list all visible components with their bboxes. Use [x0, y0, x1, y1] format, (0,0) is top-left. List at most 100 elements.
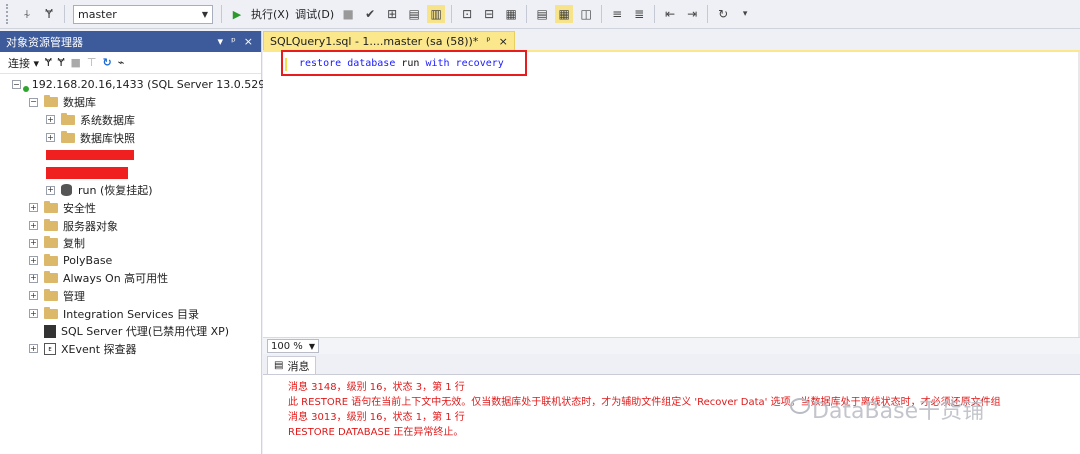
- increase-indent-icon[interactable]: ⇥: [683, 5, 701, 23]
- close-icon[interactable]: ×: [499, 35, 508, 48]
- collapse-icon[interactable]: −: [12, 80, 21, 90]
- pin-icon[interactable]: ᵖ: [231, 35, 236, 48]
- execute-button[interactable]: 执行(X): [251, 6, 289, 22]
- toolbar-grip[interactable]: [6, 4, 10, 24]
- toolbar-separator: [707, 5, 709, 23]
- pin-icon[interactable]: ᵖ: [486, 36, 490, 47]
- message-line: 消息 3013，级别 16，状态 1，第 1 行: [288, 412, 465, 423]
- live-stats-icon[interactable]: ⊟: [480, 5, 498, 23]
- tree-node-run-db[interactable]: + run (恢复挂起): [0, 182, 261, 200]
- message-line: 消息 3148，级别 16，状态 3，第 1 行: [288, 382, 465, 393]
- tree-node-label: Integration Services 目录: [63, 307, 199, 321]
- specify-values-icon[interactable]: ↻: [714, 5, 732, 23]
- expand-icon[interactable]: +: [29, 344, 38, 354]
- query-editor[interactable]: restore database run with recovery: [263, 50, 1080, 339]
- tree-node-server[interactable]: − 192.168.20.16,1433 (SQL Server 13.0.52…: [0, 76, 272, 94]
- tree-node-label: 系统数据库: [80, 113, 135, 127]
- refresh-icon[interactable]: ↻: [103, 56, 112, 69]
- chevron-down-icon: ▼: [201, 9, 208, 19]
- folder-icon: [44, 200, 58, 213]
- tree-node-agent[interactable]: SQL Server 代理(已禁用代理 XP): [0, 322, 261, 340]
- tree-node-integration-services[interactable]: + Integration Services 目录: [0, 305, 261, 323]
- tree-node-databases[interactable]: − 数据库: [0, 94, 261, 112]
- tree-node-system-databases[interactable]: + 系统数据库: [0, 111, 261, 129]
- tree-node-label: 复制: [63, 237, 85, 251]
- disconnect-object-icon[interactable]: Ɏ: [58, 56, 65, 69]
- stop-icon[interactable]: ■: [339, 5, 357, 23]
- connect-icon[interactable]: ⍭: [18, 5, 36, 23]
- tree-node-always-on[interactable]: + Always On 高可用性: [0, 270, 261, 288]
- tab-sqlquery1[interactable]: SQLQuery1.sql - 1....master (sa (58))* ᵖ…: [263, 31, 515, 50]
- tree-node-snapshots[interactable]: + 数据库快照: [0, 129, 261, 147]
- toolbar-separator: [654, 5, 656, 23]
- uncomment-icon[interactable]: ≣: [630, 5, 648, 23]
- filter-icon[interactable]: ⊤: [87, 56, 97, 69]
- folder-icon: [61, 112, 75, 125]
- redaction-bar: [46, 166, 128, 179]
- tree-node-label: 服务器对象: [63, 219, 118, 233]
- xevent-icon: ᴇ: [44, 342, 56, 355]
- panel-controls: ▾ ᵖ ×: [218, 35, 253, 48]
- expand-icon[interactable]: +: [29, 238, 38, 248]
- results-grid-icon[interactable]: ▦: [555, 5, 574, 23]
- query-designer-icon[interactable]: ▤: [405, 5, 423, 23]
- results-to-grid-icon[interactable]: ▥: [427, 5, 446, 23]
- execute-icon[interactable]: ▶: [228, 5, 246, 23]
- decrease-indent-icon[interactable]: ⇤: [661, 5, 679, 23]
- tab-messages[interactable]: ▤ 消息: [267, 356, 317, 374]
- results-tabs: ▤ 消息: [263, 356, 1080, 374]
- expand-icon[interactable]: +: [29, 291, 38, 301]
- object-explorer-title: 对象资源管理器: [6, 35, 83, 49]
- tree-node-management[interactable]: + 管理: [0, 287, 261, 305]
- comment-icon[interactable]: ≡: [608, 5, 626, 23]
- tree-node-xevent[interactable]: + ᴇ XEvent 探查器: [0, 340, 261, 358]
- panel-dropdown-icon[interactable]: ▾: [218, 35, 224, 48]
- zoom-select[interactable]: 100 % ▼: [267, 339, 319, 353]
- expand-icon[interactable]: +: [46, 133, 55, 143]
- estimated-plan-icon[interactable]: ⊞: [383, 5, 401, 23]
- folder-icon: [44, 253, 58, 266]
- object-explorer-titlebar: 对象资源管理器 ▾ ᵖ ×: [0, 31, 261, 52]
- actual-plan-icon[interactable]: ⊡: [458, 5, 476, 23]
- message-line: RESTORE DATABASE 正在异常终止。: [288, 427, 464, 438]
- tree-node-replication[interactable]: + 复制: [0, 234, 261, 252]
- tree-node-redacted-1[interactable]: [0, 146, 261, 164]
- expand-icon[interactable]: +: [29, 309, 38, 319]
- close-icon[interactable]: ×: [244, 35, 253, 48]
- stop-icon[interactable]: ■: [71, 56, 81, 69]
- client-stats-icon[interactable]: ▦: [502, 5, 520, 23]
- connect-dropdown[interactable]: 连接 ▾: [8, 55, 39, 71]
- expand-icon[interactable]: +: [29, 273, 38, 283]
- object-explorer-toolbar: 连接 ▾ Ɏ Ɏ ■ ⊤ ↻ ⌁: [0, 52, 261, 74]
- object-explorer-panel: 对象资源管理器 ▾ ᵖ × 连接 ▾ Ɏ Ɏ ■ ⊤ ↻ ⌁ − 192.168…: [0, 31, 272, 454]
- expand-icon[interactable]: +: [29, 256, 38, 266]
- results-file-icon[interactable]: ◫: [577, 5, 595, 23]
- tree-node-polybase[interactable]: + PolyBase: [0, 252, 261, 270]
- tree-node-server-objects[interactable]: + 服务器对象: [0, 217, 261, 235]
- expand-icon[interactable]: +: [46, 115, 55, 125]
- object-tree: − 192.168.20.16,1433 (SQL Server 13.0.52…: [0, 74, 272, 358]
- folder-icon: [44, 95, 58, 108]
- debug-button[interactable]: 调试(D): [295, 6, 334, 22]
- expand-icon[interactable]: +: [29, 221, 38, 231]
- tree-node-label: 数据库: [63, 96, 96, 110]
- collapse-icon[interactable]: −: [29, 97, 38, 107]
- tree-node-label: XEvent 探查器: [61, 342, 137, 356]
- tree-node-label: PolyBase: [63, 254, 113, 268]
- tree-node-security[interactable]: + 安全性: [0, 199, 261, 217]
- parse-check-icon[interactable]: ✔: [361, 5, 379, 23]
- watermark: DataBase干货铺: [812, 399, 985, 424]
- highlight-box: [281, 50, 527, 76]
- database-select[interactable]: master ▼: [73, 4, 213, 24]
- results-to-text-icon[interactable]: ▤: [533, 5, 551, 23]
- expand-icon[interactable]: +: [46, 185, 55, 195]
- toolbar-separator: [221, 5, 222, 23]
- tab-label: SQLQuery1.sql - 1....master (sa (58))*: [270, 34, 479, 48]
- tree-node-redacted-2[interactable]: [0, 164, 261, 182]
- toolbar-overflow-icon[interactable]: ▾: [736, 5, 754, 23]
- activity-monitor-icon[interactable]: ⌁: [118, 56, 125, 69]
- expand-icon[interactable]: +: [29, 203, 38, 213]
- connect-object-icon[interactable]: Ɏ: [45, 56, 52, 69]
- toolbar-separator: [526, 5, 528, 23]
- disconnect-icon[interactable]: Ɏ: [40, 5, 58, 23]
